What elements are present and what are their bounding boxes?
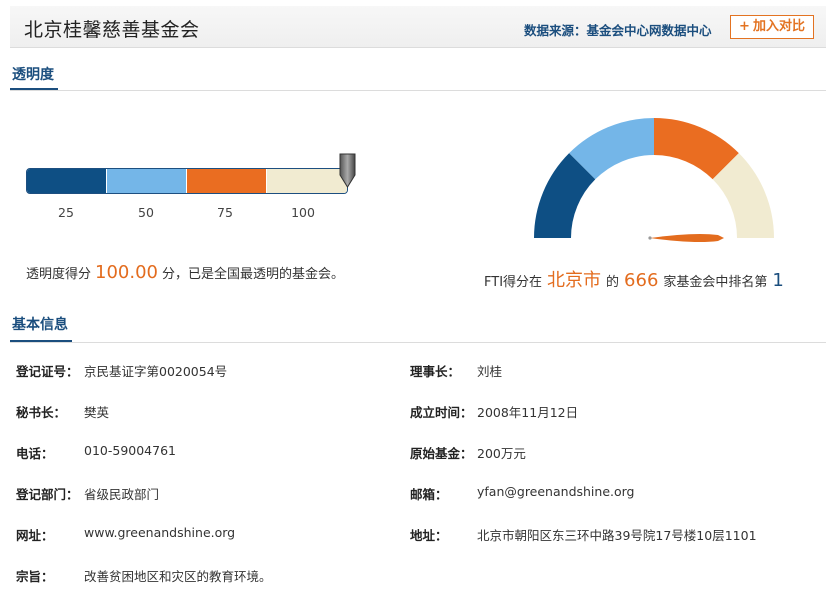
info-value: 010-59004761	[84, 443, 176, 458]
info-value: yfan@greenandshine.org	[477, 484, 635, 499]
section-underline	[10, 88, 58, 90]
info-value: www.greenandshine.org	[84, 525, 236, 540]
rank-total: 666	[624, 270, 659, 291]
info-label: 网址：	[16, 528, 54, 543]
section-title-basic-info: 基本信息	[12, 317, 68, 333]
section-underline	[10, 340, 72, 342]
add-to-compare-label: 加入对比	[752, 19, 805, 34]
section-divider	[10, 90, 826, 91]
score-suffix: 分，已是全国最透明的基金会。	[162, 267, 345, 282]
scale-segment	[187, 169, 267, 193]
scale-segment	[267, 169, 347, 193]
rank-mid: 的	[606, 275, 620, 290]
section-title-transparency: 透明度	[12, 67, 54, 83]
transparency-scale-bar	[26, 168, 348, 194]
info-label: 原始基金：	[410, 446, 473, 461]
info-value: 刘桂	[477, 364, 503, 379]
rank-value: 1	[772, 270, 784, 291]
rank-prefix: FTI得分在	[484, 275, 543, 290]
info-value: 京民基证字第0020054号	[84, 364, 228, 379]
info-value: 200万元	[477, 446, 526, 461]
info-label: 登记部门：	[16, 487, 79, 502]
info-value: 改善贫困地区和灾区的教育环境。	[84, 569, 272, 584]
info-value: 省级民政部门	[84, 487, 160, 502]
info-label: 秘书长：	[16, 405, 67, 420]
rank-city: 北京市	[547, 270, 602, 291]
info-label: 理事长：	[410, 364, 461, 379]
rank-mid2: 家基金会中排名第	[663, 275, 768, 290]
scale-tick-label: 50	[138, 205, 154, 220]
info-value: 北京市朝阳区东三环中路39号院17号楼10层1101	[477, 528, 757, 543]
gauge-pivot	[648, 236, 652, 240]
score-value: 100.00	[95, 262, 158, 283]
scale-tick-label: 75	[217, 205, 233, 220]
score-prefix: 透明度得分	[26, 267, 92, 282]
page-title: 北京桂馨慈善基金会	[24, 19, 200, 41]
info-label: 成立时间：	[410, 405, 473, 420]
info-label: 电话：	[16, 446, 54, 461]
fti-rank-text: FTI得分在 北京市的 666 家基金会中排名第 1	[484, 266, 784, 292]
gauge-needle	[650, 234, 724, 242]
scale-segment	[27, 169, 107, 193]
info-label: 宗旨：	[16, 569, 54, 584]
page-header: 北京桂馨慈善基金会 数据来源：基金会中心网数据中心 + 加入对比	[10, 6, 826, 48]
scale-segment	[107, 169, 187, 193]
info-value: 樊英	[84, 405, 110, 420]
scale-tick-label: 25	[58, 205, 74, 220]
add-to-compare-button[interactable]: + 加入对比	[730, 15, 814, 39]
fti-gauge	[534, 118, 774, 242]
transparency-score-text: 透明度得分 100.00 分，已是全国最透明的基金会。	[26, 262, 344, 283]
info-label: 地址：	[410, 528, 448, 543]
info-label: 邮箱：	[410, 487, 448, 502]
scale-tick-label: 100	[291, 205, 315, 220]
score-marker-icon	[339, 153, 356, 188]
section-divider	[10, 342, 826, 343]
info-label: 登记证号：	[16, 364, 79, 379]
info-value: 2008年11月12日	[477, 405, 579, 420]
data-source: 数据来源：基金会中心网数据中心	[524, 23, 712, 38]
plus-icon: +	[739, 19, 750, 34]
